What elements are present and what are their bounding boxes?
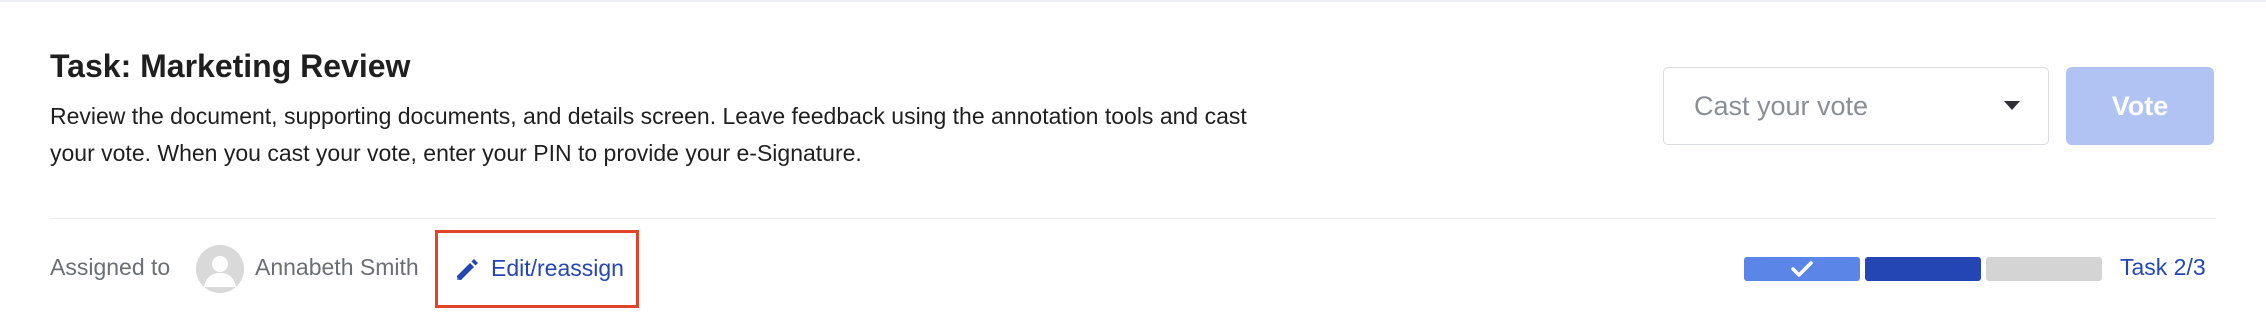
assigned-to-label: Assigned to [50, 254, 171, 280]
task-panel: Task: Marketing Review Review the docume… [0, 0, 2266, 316]
task-counter: Task 2/3 [2120, 254, 2206, 280]
check-icon [1791, 261, 1813, 277]
edit-reassign-label: Edit/reassign [491, 255, 624, 281]
progress-step-completed [1744, 257, 1860, 281]
vote-select-placeholder: Cast your vote [1694, 91, 1869, 121]
pencil-icon [457, 259, 478, 280]
progress-step-current [1865, 257, 1981, 281]
task-description: Review the document, supporting document… [50, 103, 1247, 166]
task-progress-bar [1744, 257, 2102, 281]
vote-button[interactable]: Vote [2066, 67, 2214, 145]
section-divider [50, 218, 2216, 219]
top-divider [0, 0, 2266, 2]
user-avatar-icon [196, 245, 244, 293]
progress-step-upcoming [1986, 257, 2102, 281]
edit-reassign-link[interactable]: Edit/reassign [435, 230, 639, 308]
task-title: Task: Marketing Review [50, 48, 411, 84]
assignee-name: Annabeth Smith [255, 254, 419, 280]
caret-down-icon [2004, 101, 2020, 110]
vote-select[interactable]: Cast your vote [1663, 67, 2049, 145]
